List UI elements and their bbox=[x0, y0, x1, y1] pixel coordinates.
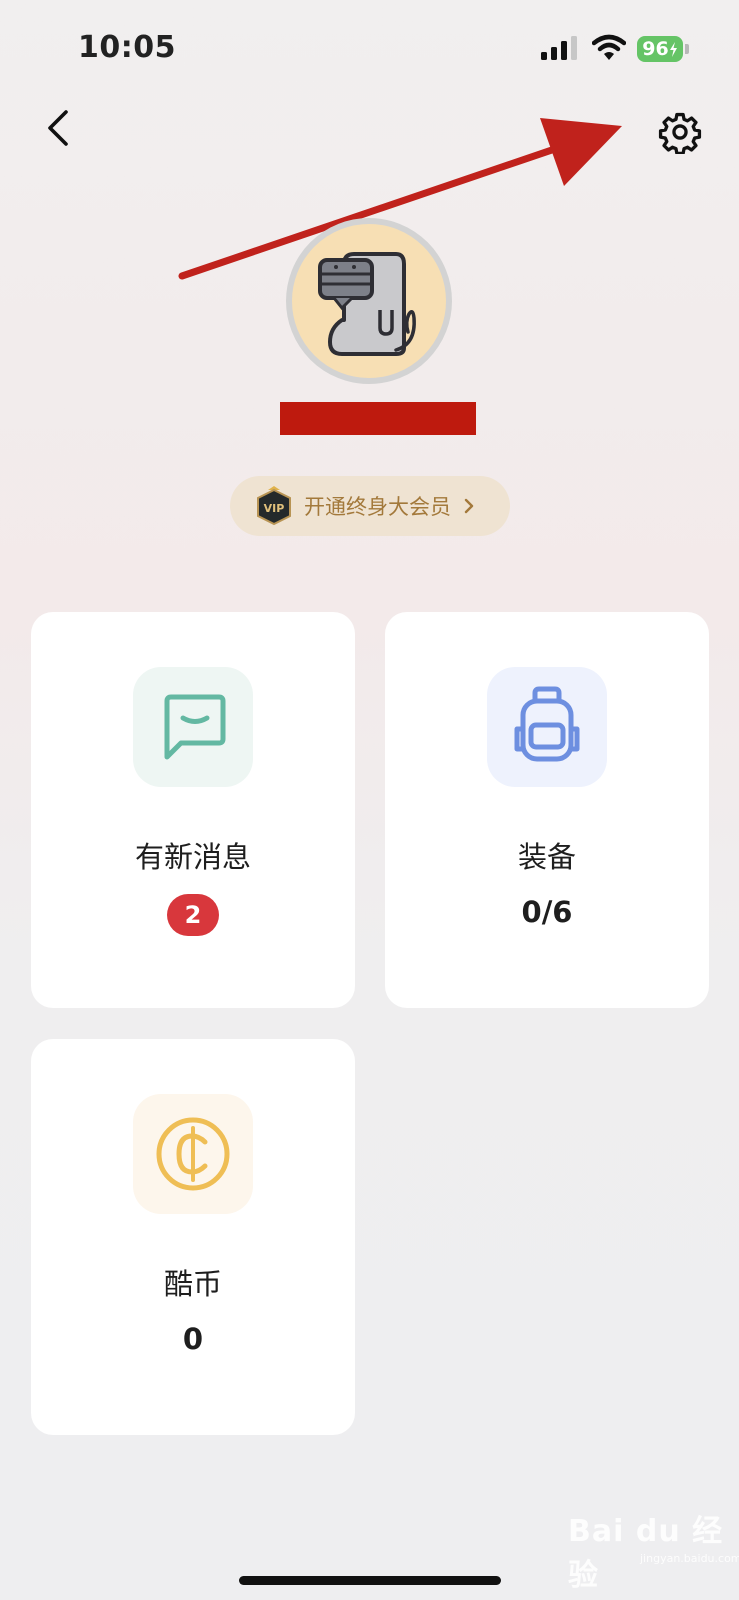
coins-count: 0 bbox=[182, 1322, 204, 1356]
home-indicator bbox=[239, 1576, 501, 1585]
back-button[interactable] bbox=[40, 106, 76, 150]
chevron-right-icon bbox=[464, 498, 474, 514]
battery-cap bbox=[685, 44, 689, 54]
vip-badge-icon: VIP bbox=[257, 486, 291, 526]
username-redacted bbox=[280, 402, 476, 435]
baidu-jingyan-watermark: Bai du 经验 bbox=[568, 1514, 724, 1593]
status-bar: 10:05 96 bbox=[0, 0, 739, 90]
messages-card[interactable]: 有新消息 2 bbox=[31, 612, 355, 1008]
equipment-label: 装备 bbox=[517, 840, 576, 874]
settings-gear-icon[interactable] bbox=[658, 110, 702, 154]
status-time: 10:05 bbox=[78, 30, 176, 65]
vip-membership-button[interactable]: VIP 开通终身大会员 bbox=[230, 476, 510, 536]
cellular-signal-icon bbox=[541, 36, 577, 60]
unread-badge: 2 bbox=[167, 894, 219, 936]
equipment-card[interactable]: 装备 0/6 bbox=[385, 612, 709, 1008]
coin-icon bbox=[156, 1117, 230, 1191]
avatar[interactable] bbox=[286, 218, 452, 384]
message-icon bbox=[164, 694, 226, 760]
wifi-icon bbox=[592, 34, 626, 60]
backpack-icon-box bbox=[487, 667, 607, 787]
svg-text:VIP: VIP bbox=[264, 502, 285, 515]
coins-card[interactable]: 酷币 0 bbox=[31, 1039, 355, 1435]
charging-icon bbox=[669, 41, 677, 57]
battery-indicator: 96 bbox=[637, 36, 689, 62]
coin-icon-box bbox=[133, 1094, 253, 1214]
messages-label: 有新消息 bbox=[134, 840, 251, 874]
watermark-url: jingyan.baidu.com bbox=[640, 1552, 739, 1565]
message-icon-box bbox=[133, 667, 253, 787]
backpack-icon bbox=[514, 686, 580, 762]
coins-label: 酷币 bbox=[163, 1267, 222, 1301]
equipment-count: 0/6 bbox=[521, 895, 573, 929]
avatar-robot-icon bbox=[318, 252, 416, 356]
vip-label: 开通终身大会员 bbox=[304, 495, 451, 519]
battery-level: 96 bbox=[637, 36, 683, 62]
